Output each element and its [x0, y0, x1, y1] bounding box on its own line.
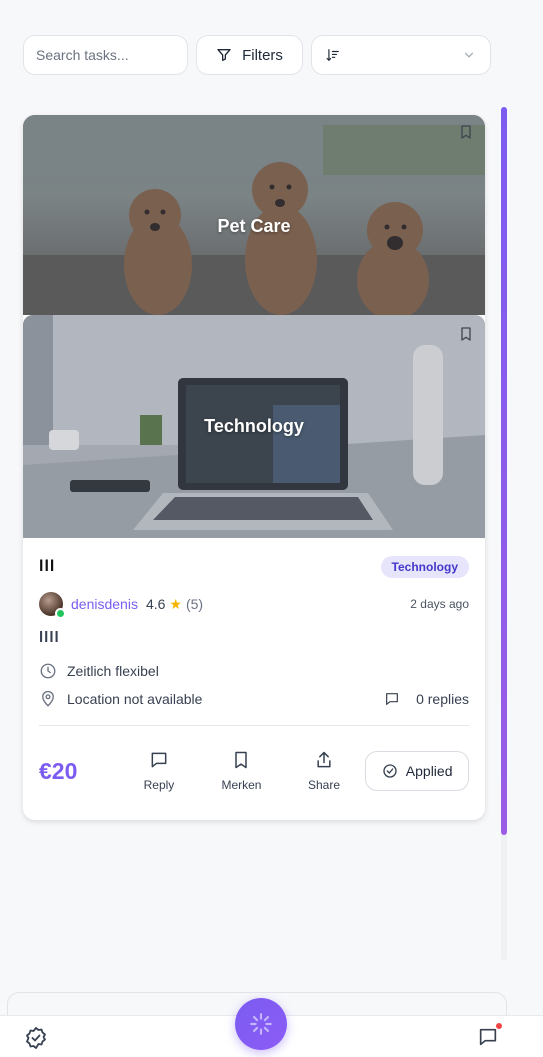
task-card[interactable]: Pet Care Technology lll Technology denis… [23, 115, 485, 820]
author-rating: 4.6 [145, 596, 166, 612]
review-count: (5) [185, 596, 204, 612]
author-avatar[interactable] [39, 592, 66, 619]
search-input[interactable] [23, 35, 188, 75]
chevron-down-icon [464, 52, 474, 58]
schedule-row: Zeitlich flexibel [39, 662, 469, 680]
pet-care-banner[interactable]: Pet Care [23, 115, 485, 315]
applied-button[interactable]: Applied [365, 751, 469, 791]
save-label: Merken [221, 778, 262, 792]
sort-icon [326, 49, 339, 62]
location-pin-icon [42, 690, 54, 707]
divider [39, 725, 469, 726]
bookmark-icon [235, 751, 248, 769]
save-button[interactable]: Merken [200, 750, 283, 792]
share-label: Share [308, 778, 341, 792]
scrollbar[interactable] [501, 107, 507, 960]
clock-icon [40, 663, 56, 679]
scrollbar-thumb[interactable] [501, 107, 507, 835]
sort-select[interactable] [311, 35, 491, 75]
task-description: llll [39, 629, 60, 646]
author-username[interactable]: denisdenis [71, 596, 138, 612]
tasks-nav-icon[interactable] [24, 1026, 48, 1055]
chat-bubble-icon [151, 752, 167, 768]
notification-dot [495, 1022, 503, 1030]
bookmark-icon[interactable] [458, 325, 474, 348]
star-icon: ★ [169, 595, 182, 612]
dogs-photo [23, 115, 485, 315]
bookmark-icon[interactable] [458, 123, 474, 146]
applied-label: Applied [405, 763, 453, 779]
schedule-text: Zeitlich flexibel [67, 663, 159, 679]
spinner-icon [250, 1013, 272, 1035]
posted-time: 2 days ago [410, 597, 469, 611]
banner-caption: Pet Care [217, 216, 291, 236]
task-toolbar: Filters [23, 35, 491, 75]
messages-icon [479, 1028, 497, 1046]
replies-count[interactable]: 0 replies [384, 691, 469, 707]
share-icon [317, 751, 331, 768]
create-task-button[interactable] [235, 998, 287, 1050]
category-tag[interactable]: Technology [380, 556, 469, 578]
online-status-dot [55, 608, 66, 619]
task-title: lll [39, 558, 56, 575]
location-text: Location not available [67, 691, 203, 707]
filter-icon [217, 49, 231, 61]
technology-banner[interactable]: Technology [23, 315, 485, 538]
reply-button[interactable]: Reply [118, 750, 201, 792]
messages-nav-icon[interactable] [477, 1022, 503, 1053]
filters-button[interactable]: Filters [196, 35, 303, 75]
banner-caption: Technology [204, 416, 304, 436]
replies-text: 0 replies [416, 691, 469, 707]
check-circle-icon [383, 764, 397, 778]
share-button[interactable]: Share [283, 750, 366, 792]
task-price: €20 [39, 757, 78, 784]
location-row: Location not available 0 replies [39, 690, 469, 708]
task-card-body: lll Technology denisdenis 4.6 ★ (5) 2 da… [23, 538, 485, 792]
filters-label: Filters [242, 46, 283, 64]
reply-label: Reply [143, 778, 175, 792]
chat-bubble-icon [386, 693, 399, 705]
